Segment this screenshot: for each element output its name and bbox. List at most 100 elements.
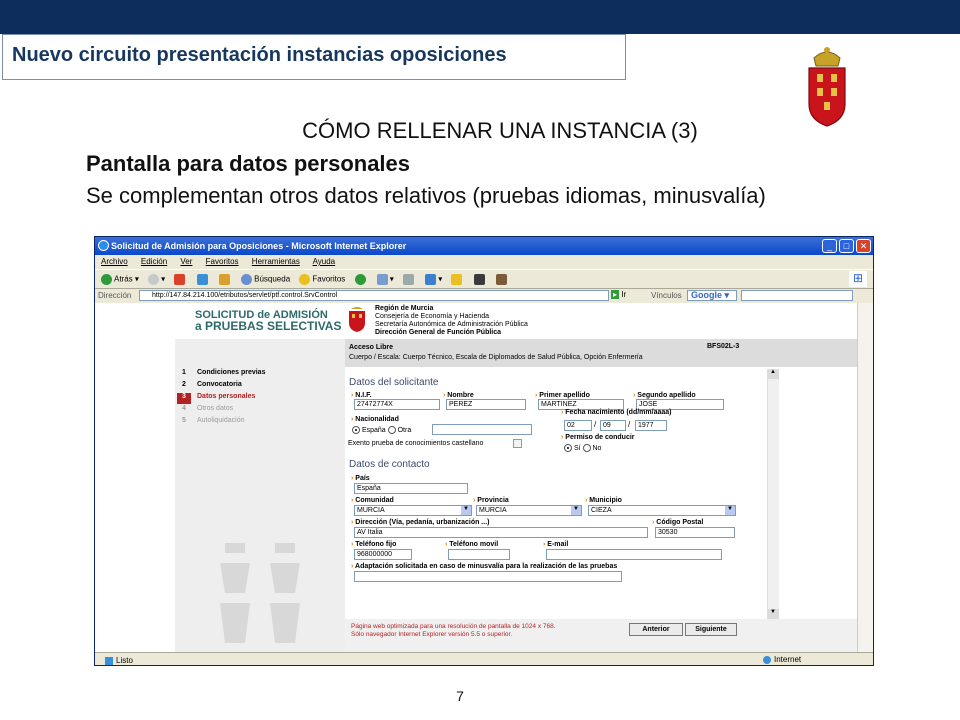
search-icon [241, 274, 253, 285]
slide-heading: CÓMO RELLENAR UNA INSTANCIA (3) [302, 118, 698, 143]
nombre-label: › Nombre [443, 392, 474, 399]
search-button[interactable]: Búsqueda [241, 274, 290, 285]
coat-of-arms-icon [808, 47, 846, 127]
adaptacion-input[interactable] [354, 571, 622, 582]
comunidad-label: › Comunidad [351, 497, 394, 504]
stop-button[interactable] [174, 274, 187, 285]
exento-checkbox[interactable] [513, 439, 522, 448]
go-button[interactable]: ▸ Ir [611, 290, 626, 299]
minimize-button[interactable]: _ [822, 239, 837, 253]
email-input[interactable] [546, 549, 722, 560]
window-title: Solicitud de Admisión para Oposiciones -… [95, 237, 873, 255]
pais-input[interactable]: España [354, 483, 468, 494]
menu-ver[interactable]: Ver [180, 257, 192, 266]
address-input[interactable]: http://147.84.214.100/etributos/servlet/… [139, 290, 609, 301]
menu-herramientas[interactable]: Herramientas [252, 257, 300, 266]
slide-description: Se complementan otros datos relativos (p… [86, 183, 766, 208]
nombre-input[interactable]: PEREZ [446, 399, 526, 410]
app-logo: SOLICITUD de ADMISIÓN a PRUEBAS SELECTIV… [195, 309, 342, 333]
month-input[interactable]: 09 [600, 420, 626, 431]
step-4: 4 Otros datos [182, 405, 234, 412]
step-3[interactable]: 3 Datos personales [177, 393, 345, 405]
stop-icon [174, 274, 186, 285]
forward-button[interactable]: ▾ [148, 274, 165, 285]
direccion-label: › Dirección (Vía, pedanía, urbanización … [351, 519, 490, 526]
tfijo-input[interactable]: 968000000 [354, 549, 412, 560]
research-button[interactable] [495, 274, 509, 285]
otra-nacionalidad-input[interactable] [432, 424, 532, 435]
status-text: Listo [116, 656, 133, 665]
menu-ayuda[interactable]: Ayuda [313, 257, 336, 266]
adaptacion-label: › Adaptación solicitada en caso de minus… [351, 563, 618, 570]
email-label: › E-mail [543, 541, 569, 548]
region-crest-icon [349, 307, 365, 332]
apellido1-label: › Primer apellido [535, 392, 590, 399]
cp-input[interactable]: 30530 [655, 527, 735, 538]
refresh-icon [196, 274, 208, 285]
municipio-select[interactable]: CIEZA ▼ [588, 505, 736, 516]
word-icon [425, 274, 437, 285]
close-button[interactable]: ✕ [856, 239, 871, 253]
fecha-label: › Fecha nacimiento (dd/mm/aaaa) [561, 409, 672, 416]
nif-input[interactable]: 27472774X [354, 399, 440, 410]
region-info: Región de Murcia Consejería de Economía … [375, 305, 528, 336]
toolbar: Atrás ▾ ▾ Búsqueda Favoritos ▾ ▾ [95, 269, 873, 289]
google-search-input[interactable] [741, 290, 853, 301]
folder-button[interactable] [451, 274, 464, 285]
media-icon [354, 274, 366, 285]
permiso-label: › Permiso de conducir [561, 434, 635, 441]
mail-button[interactable]: ▾ [376, 274, 394, 285]
folder-icon [451, 274, 463, 285]
day-input[interactable]: 02 [564, 420, 592, 431]
inner-scrollbar[interactable] [767, 369, 779, 619]
radio-otra[interactable] [387, 426, 396, 434]
chevron-down-icon: ▼ [571, 506, 581, 515]
scroll-up-icon[interactable]: ▲ [767, 369, 779, 379]
tmovil-input[interactable] [448, 549, 510, 560]
menu-archivo[interactable]: Archivo [101, 257, 128, 266]
radio-espana[interactable] [352, 426, 360, 434]
form-header: Acceso Libre Cuerpo / Escala: Cuerpo Téc… [345, 339, 857, 367]
print-button[interactable] [403, 274, 416, 285]
ie-page-icon [105, 656, 113, 665]
globe-icon [763, 655, 771, 664]
comunidad-select[interactable]: MURCIA ▼ [354, 505, 472, 516]
maximize-button[interactable]: □ [839, 239, 854, 253]
ie-icon [98, 240, 109, 251]
browser-window: Solicitud de Admisión para Oposiciones -… [94, 236, 874, 666]
favorites-button[interactable]: Favoritos [299, 274, 345, 285]
menu-bar: Archivo Edición Ver Favoritos Herramient… [95, 255, 873, 269]
refresh-button[interactable] [196, 274, 210, 285]
direccion-input[interactable]: AV Italia [354, 527, 648, 538]
back-button[interactable]: Atrás ▾ [101, 274, 139, 285]
links-label: Vínculos [651, 291, 682, 300]
chevron-down-icon: ▼ [725, 506, 735, 515]
date-sep-1: / [594, 420, 597, 429]
step-1[interactable]: 1 Condiciones previas [177, 369, 345, 381]
radio-permiso-si[interactable] [564, 444, 572, 452]
nacionalidad-radios: España Otra [352, 426, 411, 434]
menu-favoritos[interactable]: Favoritos [206, 257, 239, 266]
slide-header-title: Nuevo circuito presentación instancias o… [2, 34, 626, 80]
year-input[interactable]: 1977 [635, 420, 667, 431]
step-5: 5 Autoliquidación [182, 417, 245, 424]
forward-arrow-icon [148, 274, 160, 285]
scroll-down-icon[interactable]: ▼ [767, 609, 779, 619]
chevron-down-icon: ▼ [461, 506, 471, 515]
siguiente-button[interactable]: Siguiente [685, 623, 737, 636]
menu-edicion[interactable]: Edición [141, 257, 167, 266]
messenger-button[interactable] [473, 274, 487, 285]
municipio-label: › Municipio [585, 497, 622, 504]
page-scrollbar[interactable] [857, 303, 873, 652]
star-icon [299, 274, 311, 285]
home-button[interactable] [218, 274, 232, 285]
step-2[interactable]: 2 Convocatoria [177, 381, 345, 393]
apellido2-label: › Segundo apellido [633, 392, 696, 399]
anterior-button[interactable]: Anterior [629, 623, 683, 636]
radio-permiso-no[interactable] [582, 444, 591, 452]
provincia-select[interactable]: MURCIA ▼ [476, 505, 582, 516]
google-toolbar-button[interactable]: Google ▾ [687, 290, 737, 301]
mail-icon [376, 274, 388, 285]
edit-button[interactable]: ▾ [425, 274, 442, 285]
media-button[interactable] [354, 274, 368, 285]
